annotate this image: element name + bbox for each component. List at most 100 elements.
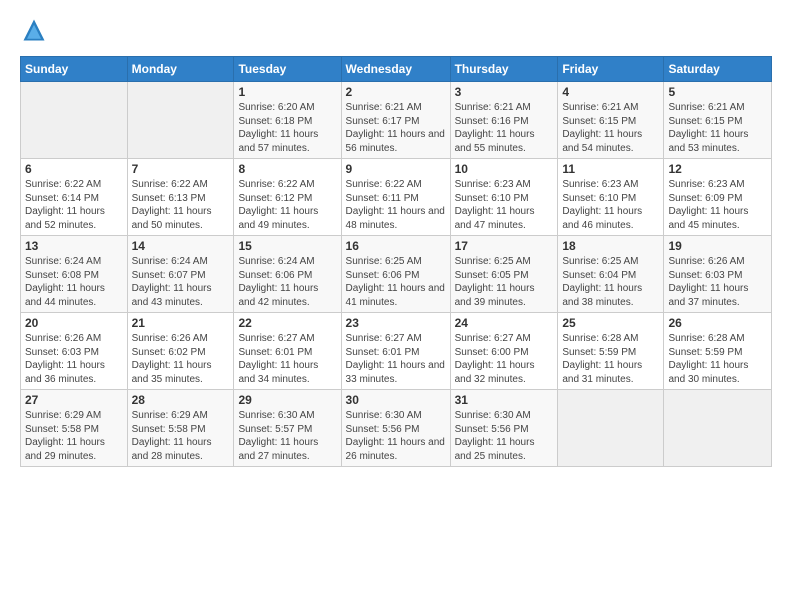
day-info: Sunrise: 6:21 AM Sunset: 6:15 PM Dayligh… <box>562 101 659 155</box>
day-info: Sunrise: 6:21 AM Sunset: 6:16 PM Dayligh… <box>455 101 554 155</box>
calendar-cell: 5Sunrise: 6:21 AM Sunset: 6:15 PM Daylig… <box>664 82 772 159</box>
calendar-cell: 14 Sunrise: 6:24 AM Sunset: 6:07 PM Dayli… <box>127 236 234 313</box>
day-number: 22 <box>238 316 336 330</box>
calendar-cell: 12 Sunrise: 6:23 AM Sunset: 6:09 PM Dayli… <box>664 159 772 236</box>
day-number: 5 <box>668 85 767 99</box>
day-number: 27 <box>25 393 123 407</box>
calendar-cell: 6 Sunrise: 6:22 AM Sunset: 6:14 PM Daylig… <box>21 159 128 236</box>
day-info: Sunrise: 6:29 AM Sunset: 5:58 PM Dayligh… <box>25 409 123 463</box>
calendar-cell: 8 Sunrise: 6:22 AM Sunset: 6:12 PM Daylig… <box>234 159 341 236</box>
calendar-cell: 26Sunrise: 6:28 AM Sunset: 5:59 PM Dayli… <box>664 313 772 390</box>
calendar-week-2: 6 Sunrise: 6:22 AM Sunset: 6:14 PM Daylig… <box>21 159 772 236</box>
day-info: Sunrise: 6:28 AM Sunset: 5:59 PM Dayligh… <box>562 332 659 386</box>
day-info: Sunrise: 6:26 AM Sunset: 6:03 PM Dayligh… <box>25 332 123 386</box>
calendar-cell: 11 Sunrise: 6:23 AM Sunset: 6:10 PM Dayli… <box>558 159 664 236</box>
day-number: 11 <box>562 162 659 176</box>
calendar-cell: 2 Sunrise: 6:21 AM Sunset: 6:17 PM Daylig… <box>341 82 450 159</box>
calendar-cell: 13Sunrise: 6:24 AM Sunset: 6:08 PM Dayli… <box>21 236 128 313</box>
logo <box>20 16 52 44</box>
day-number: 16 <box>346 239 446 253</box>
day-number: 14 <box>132 239 230 253</box>
day-number: 1 <box>238 85 336 99</box>
day-info: Sunrise: 6:25 AM Sunset: 6:05 PM Dayligh… <box>455 255 554 309</box>
calendar-cell: 30 Sunrise: 6:30 AM Sunset: 5:56 PM Dayli… <box>341 390 450 467</box>
day-info: Sunrise: 6:26 AM Sunset: 6:03 PM Dayligh… <box>668 255 767 309</box>
calendar-cell: 9 Sunrise: 6:22 AM Sunset: 6:11 PM Daylig… <box>341 159 450 236</box>
calendar-cell: 4 Sunrise: 6:21 AM Sunset: 6:15 PM Daylig… <box>558 82 664 159</box>
calendar-week-3: 13Sunrise: 6:24 AM Sunset: 6:08 PM Dayli… <box>21 236 772 313</box>
calendar-cell <box>21 82 128 159</box>
day-info: Sunrise: 6:22 AM Sunset: 6:12 PM Dayligh… <box>238 178 336 232</box>
day-number: 2 <box>346 85 446 99</box>
day-number: 3 <box>455 85 554 99</box>
day-info: Sunrise: 6:21 AM Sunset: 6:17 PM Dayligh… <box>346 101 446 155</box>
day-number: 21 <box>132 316 230 330</box>
day-number: 17 <box>455 239 554 253</box>
day-number: 31 <box>455 393 554 407</box>
day-info: Sunrise: 6:27 AM Sunset: 6:01 PM Dayligh… <box>238 332 336 386</box>
calendar-week-4: 20Sunrise: 6:26 AM Sunset: 6:03 PM Dayli… <box>21 313 772 390</box>
day-number: 9 <box>346 162 446 176</box>
day-info: Sunrise: 6:25 AM Sunset: 6:06 PM Dayligh… <box>346 255 446 309</box>
day-info: Sunrise: 6:24 AM Sunset: 6:07 PM Dayligh… <box>132 255 230 309</box>
calendar-header-row: SundayMondayTuesdayWednesdayThursdayFrid… <box>21 57 772 82</box>
day-info: Sunrise: 6:25 AM Sunset: 6:04 PM Dayligh… <box>562 255 659 309</box>
calendar-cell: 22 Sunrise: 6:27 AM Sunset: 6:01 PM Dayli… <box>234 313 341 390</box>
weekday-header-friday: Friday <box>558 57 664 82</box>
day-number: 29 <box>238 393 336 407</box>
day-info: Sunrise: 6:22 AM Sunset: 6:14 PM Dayligh… <box>25 178 123 232</box>
day-info: Sunrise: 6:20 AM Sunset: 6:18 PM Dayligh… <box>238 101 336 155</box>
calendar-cell: 15 Sunrise: 6:24 AM Sunset: 6:06 PM Dayli… <box>234 236 341 313</box>
day-number: 25 <box>562 316 659 330</box>
day-number: 6 <box>25 162 123 176</box>
day-info: Sunrise: 6:22 AM Sunset: 6:11 PM Dayligh… <box>346 178 446 232</box>
calendar-cell: 23 Sunrise: 6:27 AM Sunset: 6:01 PM Dayli… <box>341 313 450 390</box>
calendar-cell: 24Sunrise: 6:27 AM Sunset: 6:00 PM Dayli… <box>450 313 558 390</box>
logo-icon <box>20 16 48 44</box>
day-info: Sunrise: 6:27 AM Sunset: 6:01 PM Dayligh… <box>346 332 446 386</box>
day-number: 19 <box>668 239 767 253</box>
calendar: SundayMondayTuesdayWednesdayThursdayFrid… <box>20 56 772 467</box>
calendar-body: 1 Sunrise: 6:20 AM Sunset: 6:18 PM Daylig… <box>21 82 772 467</box>
calendar-cell: 27 Sunrise: 6:29 AM Sunset: 5:58 PM Dayli… <box>21 390 128 467</box>
calendar-week-1: 1 Sunrise: 6:20 AM Sunset: 6:18 PM Daylig… <box>21 82 772 159</box>
day-info: Sunrise: 6:22 AM Sunset: 6:13 PM Dayligh… <box>132 178 230 232</box>
day-info: Sunrise: 6:23 AM Sunset: 6:09 PM Dayligh… <box>668 178 767 232</box>
day-number: 13 <box>25 239 123 253</box>
calendar-cell: 16 Sunrise: 6:25 AM Sunset: 6:06 PM Dayli… <box>341 236 450 313</box>
calendar-cell: 25 Sunrise: 6:28 AM Sunset: 5:59 PM Dayli… <box>558 313 664 390</box>
calendar-week-5: 27 Sunrise: 6:29 AM Sunset: 5:58 PM Dayli… <box>21 390 772 467</box>
day-number: 23 <box>346 316 446 330</box>
calendar-cell: 18 Sunrise: 6:25 AM Sunset: 6:04 PM Dayli… <box>558 236 664 313</box>
calendar-cell: 20Sunrise: 6:26 AM Sunset: 6:03 PM Dayli… <box>21 313 128 390</box>
day-number: 18 <box>562 239 659 253</box>
calendar-cell: 3 Sunrise: 6:21 AM Sunset: 6:16 PM Daylig… <box>450 82 558 159</box>
day-number: 4 <box>562 85 659 99</box>
day-number: 10 <box>455 162 554 176</box>
calendar-cell: 29 Sunrise: 6:30 AM Sunset: 5:57 PM Dayli… <box>234 390 341 467</box>
day-number: 30 <box>346 393 446 407</box>
weekday-header-tuesday: Tuesday <box>234 57 341 82</box>
weekday-header-sunday: Sunday <box>21 57 128 82</box>
day-info: Sunrise: 6:23 AM Sunset: 6:10 PM Dayligh… <box>455 178 554 232</box>
day-number: 8 <box>238 162 336 176</box>
calendar-cell: 21 Sunrise: 6:26 AM Sunset: 6:02 PM Dayli… <box>127 313 234 390</box>
calendar-cell <box>558 390 664 467</box>
header <box>20 16 772 44</box>
day-info: Sunrise: 6:30 AM Sunset: 5:56 PM Dayligh… <box>346 409 446 463</box>
day-info: Sunrise: 6:27 AM Sunset: 6:00 PM Dayligh… <box>455 332 554 386</box>
calendar-cell: 1 Sunrise: 6:20 AM Sunset: 6:18 PM Daylig… <box>234 82 341 159</box>
calendar-cell: 10 Sunrise: 6:23 AM Sunset: 6:10 PM Dayli… <box>450 159 558 236</box>
day-number: 15 <box>238 239 336 253</box>
day-info: Sunrise: 6:23 AM Sunset: 6:10 PM Dayligh… <box>562 178 659 232</box>
day-info: Sunrise: 6:24 AM Sunset: 6:06 PM Dayligh… <box>238 255 336 309</box>
day-number: 7 <box>132 162 230 176</box>
day-number: 12 <box>668 162 767 176</box>
weekday-header-saturday: Saturday <box>664 57 772 82</box>
weekday-header-wednesday: Wednesday <box>341 57 450 82</box>
weekday-header-monday: Monday <box>127 57 234 82</box>
day-info: Sunrise: 6:28 AM Sunset: 5:59 PM Dayligh… <box>668 332 767 386</box>
day-info: Sunrise: 6:30 AM Sunset: 5:57 PM Dayligh… <box>238 409 336 463</box>
day-info: Sunrise: 6:26 AM Sunset: 6:02 PM Dayligh… <box>132 332 230 386</box>
calendar-cell: 7 Sunrise: 6:22 AM Sunset: 6:13 PM Daylig… <box>127 159 234 236</box>
